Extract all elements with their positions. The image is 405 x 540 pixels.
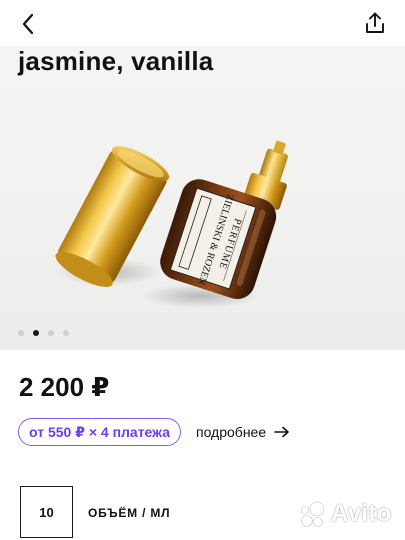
gallery-dot[interactable] [48,330,54,336]
perfume-bottle: ZIELINSKI & ROZEN PERFUME [160,140,288,300]
product-price: 2 200 ₽ [19,372,110,402]
top-bar [0,0,405,46]
size-option-label: ОБЪЁМ / МЛ [88,506,171,520]
more-link-label: подробнее [196,424,267,440]
avito-watermark: Avito [298,500,392,528]
share-upload-icon [366,12,384,33]
watermark-text: Avito [331,500,392,527]
image-gallery[interactable]: ZIELINSKI & ROZEN PERFUME [0,46,405,350]
gallery-dot[interactable] [18,330,24,336]
share-button[interactable] [361,9,389,37]
installment-pill[interactable]: от 550 ₽ × 4 платежа [18,418,182,446]
arrow-right-icon [274,426,289,438]
avito-logo-icon [300,501,325,527]
gallery-pagination [18,330,69,336]
installment-more-link[interactable]: подробнее [196,424,290,440]
size-option[interactable]: 10 [20,486,73,538]
product-photo: ZIELINSKI & ROZEN PERFUME [55,140,288,308]
gallery-dot-active[interactable] [33,330,39,336]
gallery-dot[interactable] [63,330,69,336]
chevron-left-icon [22,13,34,35]
back-button[interactable] [14,10,42,38]
product-title: jasmine, vanilla [18,46,214,76]
